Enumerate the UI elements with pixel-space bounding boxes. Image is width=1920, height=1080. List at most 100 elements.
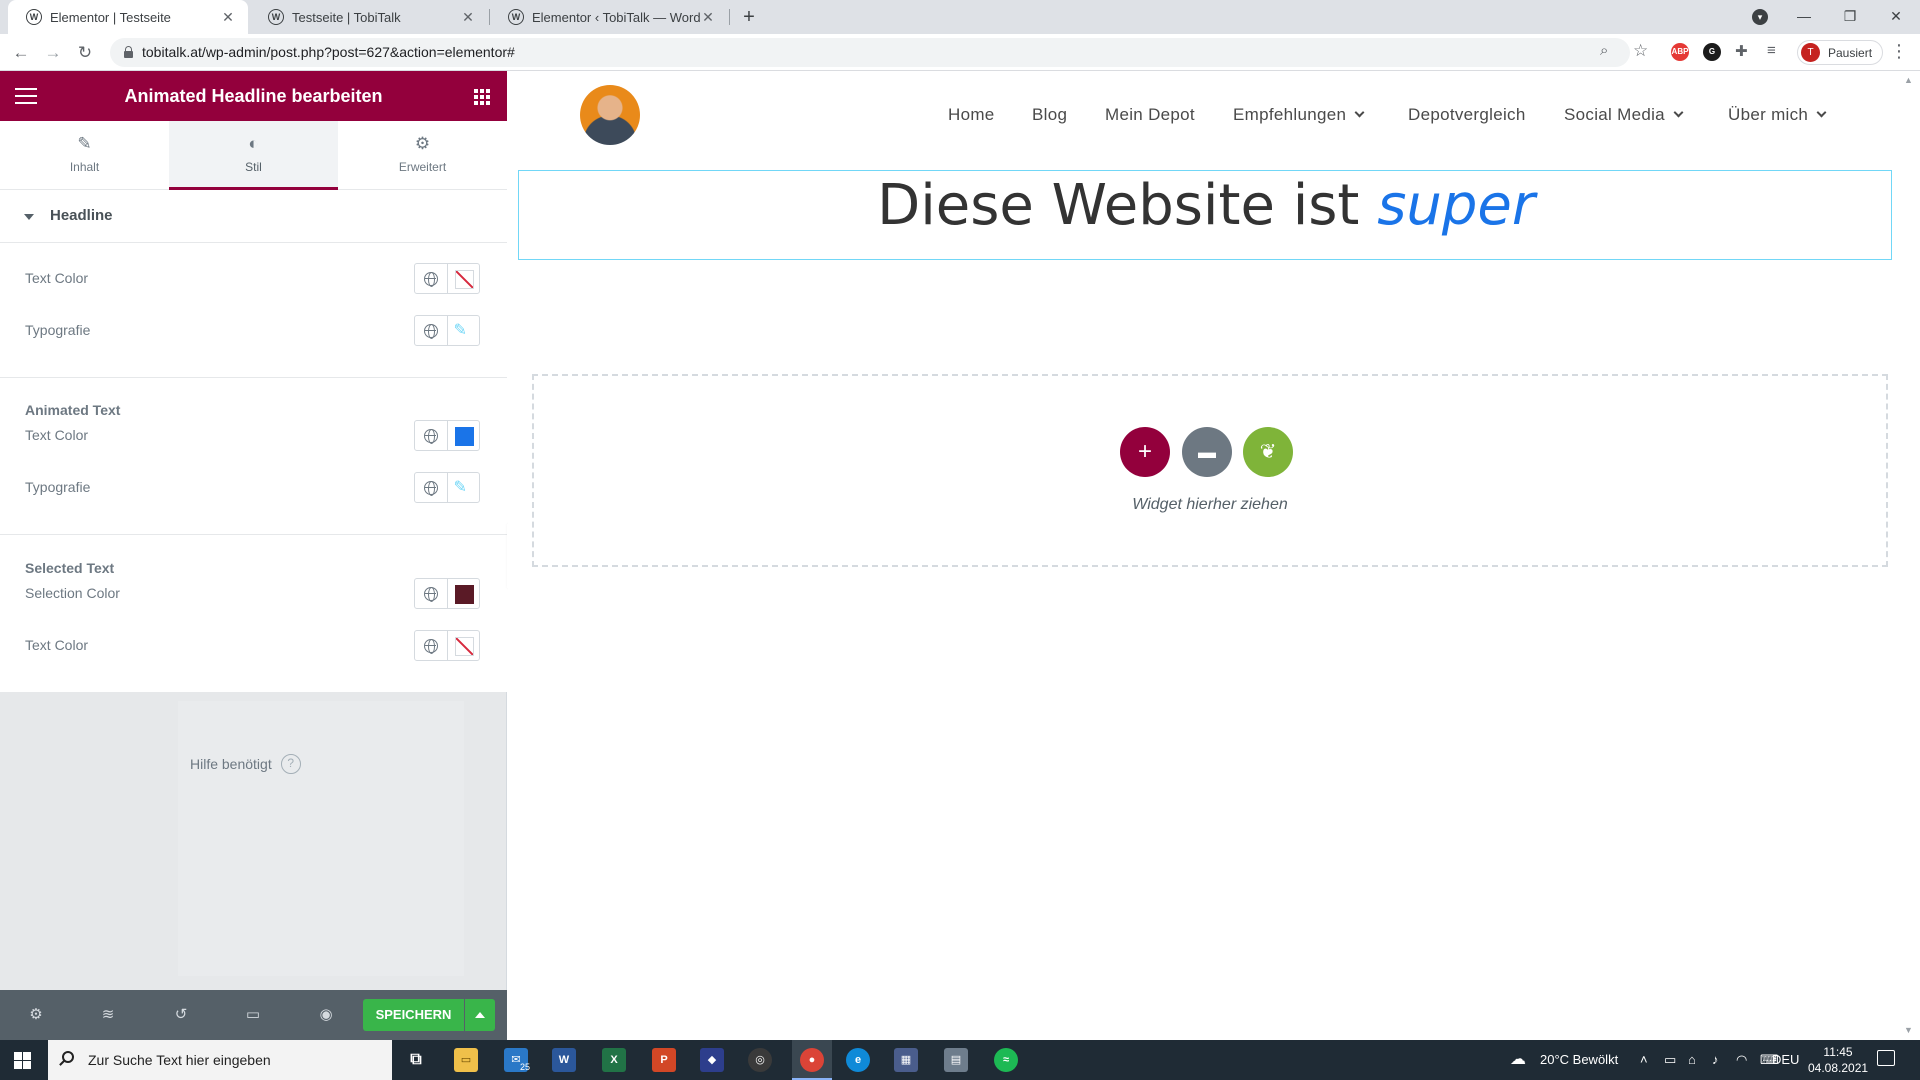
envato-leaf-icon[interactable]: ❦ [1243,427,1293,477]
minimize-button[interactable]: — [1781,0,1827,34]
new-tab-button[interactable]: + [736,4,762,30]
task-view-icon[interactable]: ⧉ [404,1048,428,1072]
lock-icon[interactable] [124,46,133,58]
taskbar-search-box[interactable]: Zur Suche Text hier eingeben [48,1040,392,1080]
spotify-icon[interactable]: ≈ [994,1048,1018,1072]
global-colors-button[interactable] [415,579,447,608]
powerpoint-icon[interactable]: P [652,1048,676,1072]
mail-badge: 25 [520,1062,531,1072]
adblock-extension-icon[interactable]: ABP [1671,43,1689,61]
color-picker-button[interactable] [446,264,480,293]
global-colors-button[interactable] [415,264,447,293]
nav-home[interactable]: Home [948,105,995,125]
volume-icon[interactable]: ♪ [1712,1052,1719,1067]
template-library-folder-icon[interactable]: ▬ [1182,427,1232,477]
color-picker-button[interactable] [446,631,480,660]
language-indicator[interactable]: DEU [1772,1052,1799,1067]
animated-text-color-control: Text Color [0,416,507,456]
site-logo[interactable] [580,85,640,145]
global-colors-button[interactable] [415,631,447,660]
zoom-icon[interactable]: ⌕ [1600,42,1608,59]
back-arrow-icon[interactable]: ← [10,42,32,64]
panel-tabs: ✎ Inhalt ◐ Stil ⚙ Erweitert [0,121,507,190]
widgets-grid-icon[interactable] [474,89,490,105]
section-headline-toggle[interactable]: Headline [0,190,507,243]
wifi-icon[interactable]: ◠ [1736,1052,1747,1068]
scroll-up-arrow-icon[interactable]: ▲ [1904,75,1913,85]
nav-ueber-mich[interactable]: Über mich [1728,105,1827,125]
forward-arrow-icon[interactable]: → [42,42,64,64]
file-explorer-icon[interactable]: ▭ [454,1048,478,1072]
save-options-caret-icon[interactable] [465,999,495,1031]
more-menu-icon[interactable]: ⋮ [1890,41,1908,62]
chevron-down-icon [1354,107,1365,118]
browser-tab-elementor-wordpress[interactable]: W Elementor ‹ TobiTalk — WordPre ✕ [490,0,728,34]
app-icon[interactable]: ▦ [894,1048,918,1072]
tab-erweitert[interactable]: ⚙ Erweitert [338,121,507,189]
globe-icon [424,639,438,654]
tab-stil[interactable]: ◐ Stil [169,121,338,190]
edge-icon[interactable]: e [846,1048,870,1072]
add-section-plus-icon[interactable]: + [1120,427,1170,477]
tab-search-icon[interactable]: ▾ [1752,9,1768,25]
profile-button[interactable]: T Pausiert [1797,40,1884,65]
nav-social-media[interactable]: Social Media [1564,105,1684,125]
extensions-puzzle-icon[interactable]: ✚ [1735,42,1748,60]
nav-mein-depot[interactable]: Mein Depot [1105,105,1195,125]
question-icon: ? [280,754,301,774]
close-window-button[interactable]: ✕ [1873,0,1919,34]
help-link[interactable]: Hilfe benötigt ? [190,754,301,774]
selection-color-control: Selection Color [0,574,507,614]
responsive-mode-icon[interactable]: ▭ [243,1005,263,1025]
notification-center-icon[interactable] [1877,1050,1895,1066]
grammarly-extension-icon[interactable]: G [1703,43,1721,61]
meet-now-icon[interactable]: ▭ [1664,1052,1676,1068]
global-fonts-button[interactable] [415,316,447,345]
typography-edit-button[interactable]: ✎ [446,473,480,502]
tab-inhalt[interactable]: ✎ Inhalt [0,121,169,189]
app-icon[interactable]: ◆ [700,1048,724,1072]
windows-start-icon[interactable] [14,1052,31,1069]
save-button[interactable]: SPEICHERN [363,999,464,1031]
global-fonts-button[interactable] [415,473,447,502]
typography-edit-button[interactable]: ✎ [446,316,480,345]
navigator-layers-icon[interactable]: ≋ [98,1005,118,1025]
preview-eye-icon[interactable]: ◉ [316,1005,336,1025]
animated-headline-widget[interactable]: Diese Website ist super [518,170,1892,260]
network-icon[interactable]: ⌂ [1688,1052,1696,1067]
profile-status: Pausiert [1828,45,1873,60]
close-icon[interactable]: ✕ [700,9,716,26]
nav-depotvergleich[interactable]: Depotvergleich [1408,105,1526,125]
word-icon[interactable]: W [552,1048,576,1072]
settings-gear-icon[interactable]: ⚙ [26,1005,46,1025]
obs-icon[interactable]: ◎ [748,1048,772,1072]
browser-toolbar: ← → ↻ tobitalk.at/wp-admin/post.php?post… [0,34,1920,71]
close-icon[interactable]: ✕ [460,9,476,26]
media-queue-icon[interactable]: ≡ [1767,42,1776,59]
history-icon[interactable]: ↺ [171,1005,191,1025]
color-picker-button[interactable] [446,421,480,450]
global-colors-button[interactable] [415,421,447,450]
widget-drop-zone[interactable]: + ▬ ❦ Widget hierher ziehen [532,374,1888,567]
restore-button[interactable]: ❐ [1827,0,1873,34]
reload-icon[interactable]: ↻ [74,42,96,64]
notepad-icon[interactable]: ▤ [944,1048,968,1072]
drop-zone-text: Widget hierher ziehen [1132,496,1288,513]
blue-color-swatch [454,427,474,446]
bookmark-star-icon[interactable]: ☆ [1633,41,1648,61]
cloud-weather-icon[interactable]: ☁ [1510,1049,1526,1069]
browser-tab-testseite-tobitalk[interactable]: W Testseite | TobiTalk ✕ [250,0,488,34]
chrome-icon[interactable]: ● [800,1048,824,1072]
scroll-down-arrow-icon[interactable]: ▼ [1904,1025,1913,1035]
excel-icon[interactable]: X [602,1048,626,1072]
browser-tab-elementor-testseite[interactable]: W Elementor | Testseite ✕ [8,0,248,34]
address-bar[interactable]: tobitalk.at/wp-admin/post.php?post=627&a… [110,38,1630,67]
nav-blog[interactable]: Blog [1032,105,1067,125]
weather-text[interactable]: 20°C Bewölkt [1540,1052,1618,1067]
tray-chevron-up-icon[interactable]: ˄ [1640,1052,1648,1067]
chevron-down-icon [1673,107,1684,118]
clock[interactable]: 11:45 04.08.2021 [1808,1044,1868,1076]
nav-empfehlungen[interactable]: Empfehlungen [1233,105,1365,125]
color-picker-button[interactable] [446,579,480,608]
close-icon[interactable]: ✕ [220,9,236,26]
